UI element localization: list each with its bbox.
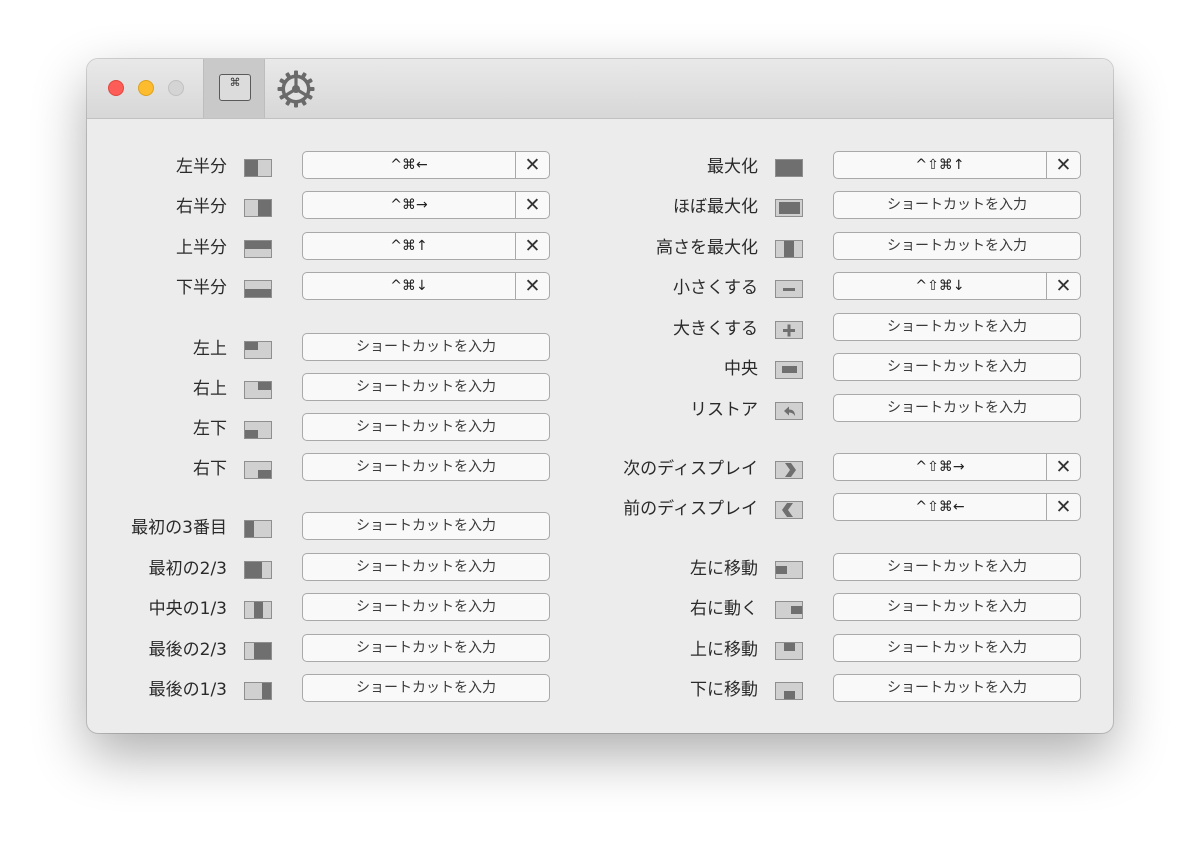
shortcut-recorder[interactable]: ショートカットを入力 — [833, 553, 1081, 581]
clear-shortcut-button[interactable]: ✕ — [1047, 152, 1080, 178]
shortcut-placeholder: ショートカットを入力 — [887, 559, 1027, 575]
shortcut-keys: ^⇧⌘→ — [915, 459, 965, 475]
shortcut-recorder[interactable]: ショートカットを入力 — [833, 191, 1081, 219]
shortcut-placeholder: ショートカットを入力 — [887, 599, 1027, 615]
make-smaller-icon — [775, 280, 803, 298]
close-window-button[interactable] — [108, 80, 124, 96]
shortcut-recorder[interactable]: ショートカットを入力 — [833, 674, 1081, 702]
shortcut-placeholder: ショートカットを入力 — [887, 640, 1027, 656]
minimize-window-button[interactable] — [138, 80, 154, 96]
shortcut-label: 中央 — [724, 359, 758, 379]
clear-shortcut-button[interactable]: ✕ — [1047, 454, 1080, 480]
shortcut-row-next-display: 次のディスプレイ ^⇧⌘→ ✕ — [87, 453, 1113, 481]
command-glyph: ⌘ — [229, 76, 241, 89]
bottom-left-icon — [244, 421, 272, 439]
shortcut-keys: ^⇧⌘↓ — [915, 278, 965, 294]
shortcut-label: 小さくする — [673, 278, 758, 298]
move-down-icon — [775, 682, 803, 700]
shortcut-keys: ^⇧⌘↑ — [915, 157, 965, 173]
shortcut-recorder[interactable]: ショートカットを入力 — [833, 232, 1081, 260]
clear-shortcut-button[interactable]: ✕ — [1047, 494, 1080, 520]
shortcut-row-move-down: 下に移動 ショートカットを入力 — [87, 674, 1113, 702]
shortcut-row-previous-display: 前のディスプレイ ^⇧⌘← ✕ — [87, 493, 1113, 521]
zoom-window-button[interactable] — [168, 80, 184, 96]
center-icon — [775, 361, 803, 379]
shortcut-label: 上に移動 — [690, 640, 758, 660]
almost-maximize-icon — [775, 199, 803, 217]
shortcut-row-move-left: 左に移動 ショートカットを入力 — [87, 553, 1113, 581]
shortcut-row-make-smaller: 小さくする ^⇧⌘↓ ✕ — [87, 272, 1113, 300]
shortcut-row-maximize-height: 高さを最大化 ショートカットを入力 — [87, 232, 1113, 260]
shortcut-label: ほぼ最大化 — [673, 197, 758, 217]
shortcut-placeholder: ショートカットを入力 — [887, 319, 1027, 335]
shortcut-label: 前のディスプレイ — [623, 499, 758, 519]
shortcut-recorder[interactable]: ショートカットを入力 — [833, 313, 1081, 341]
preferences-window: ⌘ 左半分 ^⌘← ✕ 右半分 ^⌘→ ✕ 上半分 ^⌘↑ ✕ 下半分 ^⌘↓ … — [87, 59, 1113, 733]
shortcut-recorder[interactable]: ショートカットを入力 — [833, 593, 1081, 621]
move-left-icon — [775, 561, 803, 579]
shortcut-recorder[interactable]: ^⇧⌘↓ ✕ — [833, 272, 1081, 300]
shortcut-recorder[interactable]: ^⇧⌘→ ✕ — [833, 453, 1081, 481]
shortcut-label: 右に動く — [690, 599, 758, 619]
tab-keyboard-shortcuts[interactable]: ⌘ — [203, 59, 265, 118]
move-up-icon — [775, 642, 803, 660]
shortcut-placeholder: ショートカットを入力 — [887, 238, 1027, 254]
shortcut-placeholder: ショートカットを入力 — [887, 680, 1027, 696]
shortcut-placeholder: ショートカットを入力 — [887, 359, 1027, 375]
shortcut-row-make-larger: 大きくする ショートカットを入力 — [87, 313, 1113, 341]
next-display-icon — [775, 461, 803, 479]
gear-icon — [277, 70, 315, 108]
shortcut-row-restore: リストア ショートカットを入力 — [87, 394, 1113, 422]
shortcut-recorder[interactable]: ショートカットを入力 — [833, 394, 1081, 422]
shortcut-placeholder: ショートカットを入力 — [887, 400, 1027, 416]
toolbar: ⌘ — [87, 59, 1113, 119]
shortcut-recorder[interactable]: ^⇧⌘↑ ✕ — [833, 151, 1081, 179]
shortcut-recorder[interactable]: ^⇧⌘← ✕ — [833, 493, 1081, 521]
shortcut-row-center: 中央 ショートカットを入力 — [87, 353, 1113, 381]
shortcut-recorder[interactable]: ショートカットを入力 — [833, 353, 1081, 381]
first-third-icon — [244, 520, 272, 538]
shortcut-row-almost-maximize: ほぼ最大化 ショートカットを入力 — [87, 191, 1113, 219]
shortcut-row-maximize: 最大化 ^⇧⌘↑ ✕ — [87, 151, 1113, 179]
shortcut-label: 下に移動 — [690, 680, 758, 700]
tab-settings[interactable] — [276, 69, 316, 109]
shortcut-keys: ^⇧⌘← — [915, 499, 965, 515]
shortcut-row-move-up: 上に移動 ショートカットを入力 — [87, 634, 1113, 662]
previous-display-icon — [775, 501, 803, 519]
shortcut-row-move-right: 右に動く ショートカットを入力 — [87, 593, 1113, 621]
maximize-icon — [775, 159, 803, 177]
shortcut-label: 左に移動 — [690, 559, 758, 579]
shortcut-label: リストア — [690, 400, 758, 420]
shortcut-label: 次のディスプレイ — [623, 459, 758, 479]
clear-shortcut-button[interactable]: ✕ — [1047, 273, 1080, 299]
top-right-icon — [244, 381, 272, 399]
move-right-icon — [775, 601, 803, 619]
shortcut-placeholder: ショートカットを入力 — [887, 197, 1027, 213]
maximize-height-icon — [775, 240, 803, 258]
make-larger-icon — [775, 321, 803, 339]
keyboard-shortcuts-icon: ⌘ — [219, 74, 251, 101]
shortcut-recorder[interactable]: ショートカットを入力 — [833, 634, 1081, 662]
shortcut-label: 高さを最大化 — [656, 238, 758, 258]
shortcut-label: 最大化 — [707, 157, 758, 177]
shortcut-label: 大きくする — [673, 319, 758, 339]
restore-icon — [775, 402, 803, 420]
